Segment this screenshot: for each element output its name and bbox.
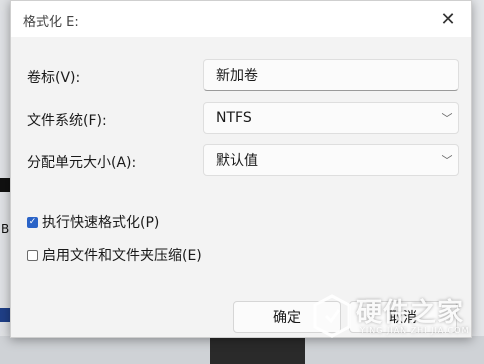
background-letter: B — [1, 222, 10, 236]
site-watermark: 硬件之家 YING JIAN ZHI JIA.COM — [312, 292, 474, 346]
quick-format-label: 执行快速格式化(P) — [42, 215, 160, 231]
watermark-english: YING JIAN ZHI JIA.COM — [360, 326, 470, 335]
compression-checkbox[interactable] — [27, 249, 38, 261]
close-icon: ✕ — [440, 8, 456, 30]
dialog-title: 格式化 E: — [23, 15, 79, 30]
file-system-select[interactable]: NTFS ﹀ — [203, 102, 459, 134]
close-button[interactable]: ✕ — [433, 7, 463, 31]
file-system-label: 文件系统(F): — [27, 113, 107, 129]
checkmark-icon: ✓ — [28, 217, 37, 227]
volume-label-value: 新加卷 — [216, 68, 258, 84]
volume-label-label: 卷标(V): — [27, 70, 81, 86]
chevron-down-icon: ﹀ — [441, 112, 453, 125]
compression-label: 启用文件和文件夹压缩(E) — [42, 248, 202, 264]
file-system-value: NTFS — [216, 110, 252, 126]
format-dialog: 格式化 E: ✕ 卷标(V): 新加卷 文件系统(F): NTFS ﹀ 分配单元… — [10, 0, 472, 338]
background-dark-panel — [210, 336, 305, 364]
chevron-down-icon: ﹀ — [441, 154, 453, 167]
compression-option[interactable]: 启用文件和文件夹压缩(E) — [27, 245, 202, 265]
quick-format-checkbox[interactable]: ✓ — [27, 216, 38, 228]
watermark-logo-icon — [313, 294, 351, 338]
dialog-titlebar[interactable]: 格式化 E: ✕ — [11, 1, 471, 37]
quick-format-option[interactable]: ✓ 执行快速格式化(P) — [27, 212, 159, 232]
watermark-chinese: 硬件之家 — [356, 298, 465, 328]
allocation-unit-select[interactable]: 默认值 ﹀ — [203, 144, 459, 176]
volume-label-input[interactable]: 新加卷 — [203, 59, 459, 91]
allocation-unit-label: 分配单元大小(A): — [27, 155, 137, 171]
allocation-unit-value: 默认值 — [216, 153, 258, 169]
